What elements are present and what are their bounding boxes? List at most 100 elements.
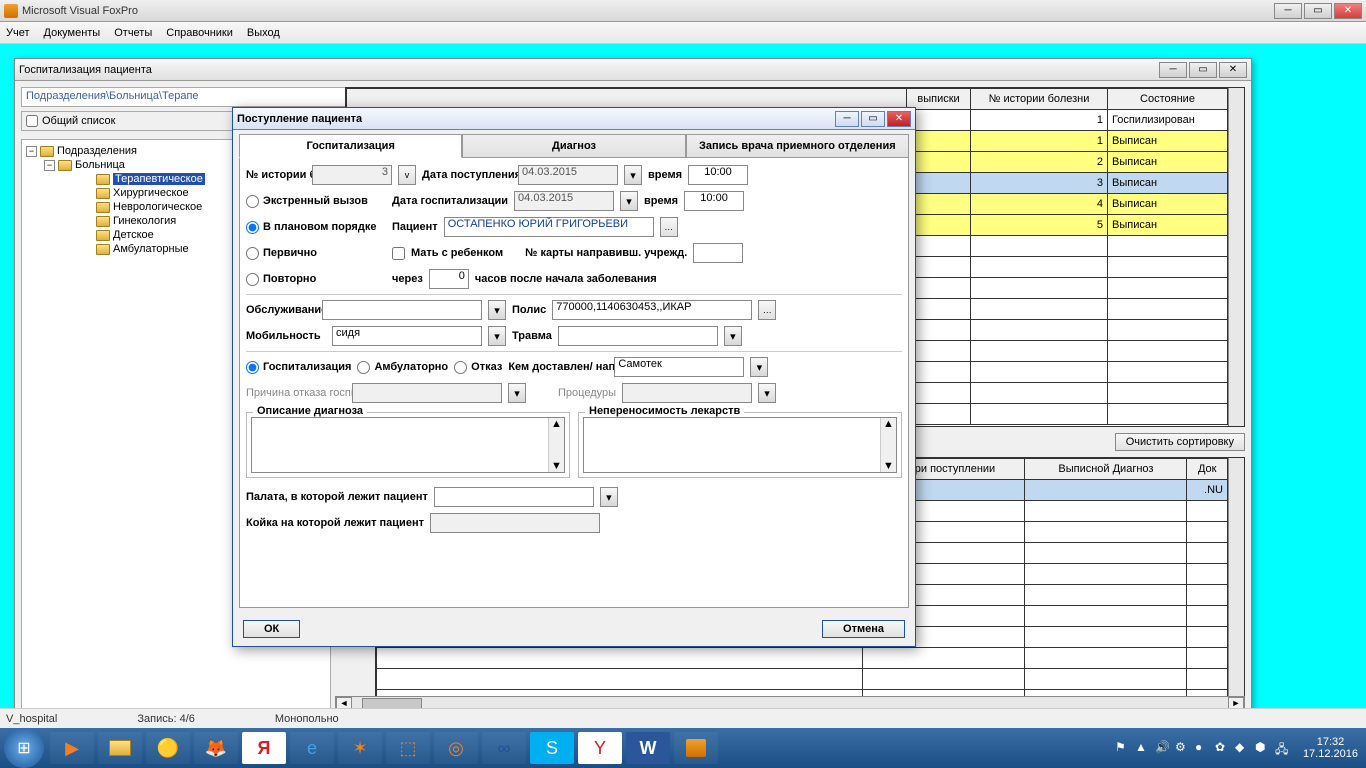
hosp-time-field[interactable]: 10:00	[684, 191, 744, 211]
dropdown-icon[interactable]: ▾	[758, 383, 776, 403]
collapse-icon[interactable]: −	[26, 146, 37, 157]
volume-icon[interactable]: 🔊	[1155, 740, 1171, 756]
menu-item[interactable]: Документы	[44, 27, 101, 39]
all-list-checkbox[interactable]	[26, 115, 38, 127]
trauma-field[interactable]	[558, 326, 718, 346]
col-header[interactable]: № истории болезни	[971, 89, 1108, 110]
policy-lookup-button[interactable]: …	[758, 300, 776, 320]
file-explorer-icon[interactable]	[98, 732, 142, 764]
amb-radio[interactable]	[357, 361, 370, 374]
service-field[interactable]	[322, 300, 482, 320]
primary-radio[interactable]	[246, 247, 259, 260]
dropdown-icon[interactable]: ▾	[488, 326, 506, 346]
yandex-icon[interactable]: Я	[242, 732, 286, 764]
scroll-up-icon[interactable]: ▲	[551, 418, 562, 430]
tray-icon[interactable]: ⚙	[1175, 740, 1191, 756]
history-no-label: № истории болезни	[246, 169, 306, 181]
emergency-radio[interactable]	[246, 195, 259, 208]
refuse-radio[interactable]	[454, 361, 467, 374]
admission-date-field: 04.03.2015	[518, 165, 618, 185]
scroll-up-icon[interactable]: ▲	[883, 418, 894, 430]
dropdown-icon[interactable]: ▾	[724, 326, 742, 346]
tray-icon[interactable]: ●	[1195, 740, 1211, 756]
child-minimize-button[interactable]: ─	[1159, 62, 1187, 78]
tab-admission-doctor[interactable]: Запись врача приемного отделения	[686, 134, 909, 158]
media-player-icon[interactable]: ▶	[50, 732, 94, 764]
date-dropdown-icon[interactable]: ▾	[624, 165, 642, 185]
skype-icon[interactable]: S	[530, 732, 574, 764]
ie-icon[interactable]: e	[290, 732, 334, 764]
dialog-close-button[interactable]: ✕	[887, 111, 911, 127]
repeat-radio[interactable]	[246, 273, 259, 286]
delivered-field[interactable]: Самотек	[614, 357, 744, 377]
scroll-down-icon[interactable]: ▼	[551, 460, 562, 472]
cancel-button[interactable]: Отмена	[822, 620, 905, 638]
refcard-field[interactable]	[693, 243, 743, 263]
dropdown-icon[interactable]: ▾	[750, 357, 768, 377]
minimize-button[interactable]: ─	[1274, 3, 1302, 19]
patient-lookup-button[interactable]: …	[660, 217, 678, 237]
planned-radio[interactable]	[246, 221, 259, 234]
app-icon[interactable]: ✶	[338, 732, 382, 764]
tray-icon[interactable]: ▲	[1135, 740, 1151, 756]
dropdown-icon[interactable]: ▾	[508, 383, 526, 403]
ok-button[interactable]: ОК	[243, 620, 300, 638]
dropdown-icon[interactable]: ▾	[600, 487, 618, 507]
close-button[interactable]: ✕	[1334, 3, 1362, 19]
menu-item[interactable]: Учет	[6, 27, 30, 39]
emergency-label: Экстренный вызов	[263, 195, 368, 207]
col-header[interactable]: выписки	[907, 89, 971, 110]
intolerance-textarea[interactable]: ▲▼	[583, 417, 897, 473]
firefox-icon[interactable]: 🦊	[194, 732, 238, 764]
bed-field	[430, 513, 600, 533]
after-label: через	[392, 273, 423, 285]
clock[interactable]: 17:32 17.12.2016	[1303, 736, 1358, 760]
yandex-browser-icon[interactable]: Y	[578, 732, 622, 764]
hours-field[interactable]: 0	[429, 269, 469, 289]
hosp-date-label: Дата госпитализации	[392, 195, 508, 207]
maximize-button[interactable]: ▭	[1304, 3, 1332, 19]
policy-field[interactable]: 770000,1140630453,,ИКАР	[552, 300, 752, 320]
folder-icon	[96, 202, 110, 213]
start-button[interactable]: ⊞	[4, 728, 44, 768]
dialog-minimize-button[interactable]: ─	[835, 111, 859, 127]
clear-sort-button[interactable]: Очистить сортировку	[1115, 433, 1245, 451]
app-icon[interactable]: ∞	[482, 732, 526, 764]
hosp-radio[interactable]	[246, 361, 259, 374]
date-dropdown-icon[interactable]: ▾	[620, 191, 638, 211]
scroll-down-icon[interactable]: ▼	[883, 460, 894, 472]
mobility-field[interactable]: сидя	[332, 326, 482, 346]
menu-item[interactable]: Отчеты	[114, 27, 152, 39]
tray-icon[interactable]: ◆	[1235, 740, 1251, 756]
v-button[interactable]: v	[398, 165, 416, 185]
patient-name-field[interactable]: ОСТАПЕНКО ЮРИЙ ГРИГОРЬЕВИ	[444, 217, 654, 237]
foxpro-taskbar-icon[interactable]	[674, 732, 718, 764]
child-maximize-button[interactable]: ▭	[1189, 62, 1217, 78]
tray-icon[interactable]: ⬢	[1255, 740, 1271, 756]
network-icon[interactable]: 🖧	[1275, 740, 1291, 756]
col-header[interactable]: Состояние	[1108, 89, 1228, 110]
col-header[interactable]: Док	[1187, 459, 1228, 480]
menu-item[interactable]: Справочники	[166, 27, 233, 39]
child-close-button[interactable]: ✕	[1219, 62, 1247, 78]
collapse-icon[interactable]: −	[44, 160, 55, 171]
app-icon[interactable]: ◎	[434, 732, 478, 764]
app-icon[interactable]: ⬚	[386, 732, 430, 764]
mother-child-checkbox[interactable]	[392, 247, 405, 260]
folder-icon	[40, 146, 54, 157]
tab-diagnosis[interactable]: Диагноз	[462, 134, 685, 158]
admission-time-field[interactable]: 10:00	[688, 165, 748, 185]
chrome-icon[interactable]: 🟡	[146, 732, 190, 764]
dialog-maximize-button[interactable]: ▭	[861, 111, 885, 127]
tab-hospitalization[interactable]: Госпитализация	[239, 134, 462, 158]
word-icon[interactable]: W	[626, 732, 670, 764]
col-header[interactable]: Выписной Диагноз	[1025, 459, 1187, 480]
tray-icon[interactable]: ✿	[1215, 740, 1231, 756]
ward-field[interactable]	[434, 487, 594, 507]
vertical-scrollbar[interactable]	[1228, 88, 1244, 426]
tray-icon[interactable]: ⚑	[1115, 740, 1131, 756]
diagnosis-textarea[interactable]: ▲▼	[251, 417, 565, 473]
menu-item[interactable]: Выход	[247, 27, 280, 39]
dropdown-icon[interactable]: ▾	[488, 300, 506, 320]
vertical-scrollbar[interactable]	[1228, 458, 1244, 716]
